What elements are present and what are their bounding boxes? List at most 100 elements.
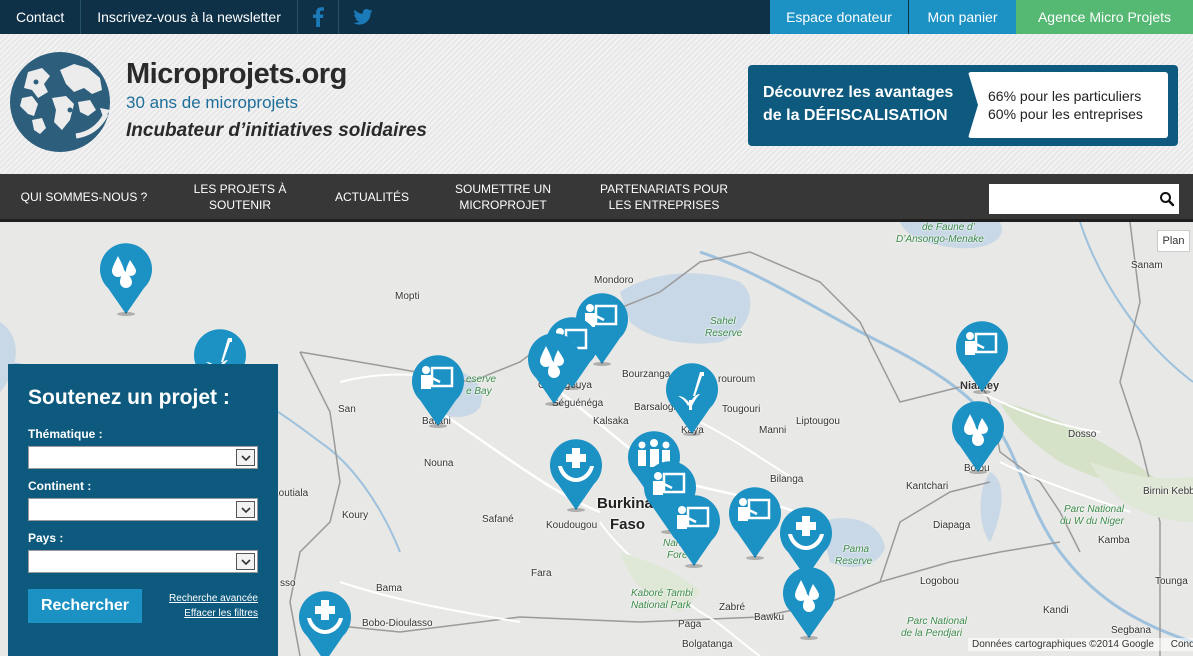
tax-rates-box: 66% pour les particuliers 60% pour les e…	[968, 72, 1168, 138]
terms-link[interactable]: Condi	[1171, 639, 1193, 650]
map-label: e Bay	[466, 386, 492, 397]
search-box	[989, 184, 1179, 214]
map-label: Kantchari	[906, 481, 949, 492]
map-label: Tounga	[1155, 576, 1188, 587]
map-label: Tougouri	[722, 404, 761, 415]
map-label: sso	[280, 578, 296, 589]
thematique-label: Thématique :	[28, 427, 103, 441]
main-nav: QUI SOMMES-NOUS ? LES PROJETS À SOUTENIR…	[0, 174, 1193, 222]
site-title[interactable]: Microprojets.org	[126, 58, 347, 91]
map-type-button[interactable]: Plan	[1157, 230, 1190, 252]
water-project-marker-icon[interactable]	[950, 398, 1006, 474]
map-label: Pama	[843, 544, 870, 555]
chevron-down-icon[interactable]	[236, 553, 255, 570]
tax-line-1: Découvrez les avantages	[763, 84, 954, 101]
nav-item-news[interactable]: ACTUALITÉS	[322, 174, 422, 219]
clear-filters-link[interactable]: Effacer les filtres	[184, 608, 258, 619]
map-label: Bolgatanga	[682, 639, 733, 650]
water-project-marker-icon[interactable]	[526, 330, 582, 406]
advanced-search-link[interactable]: Recherche avancée	[169, 593, 258, 604]
map-label: Paga	[678, 619, 702, 630]
map-label: Kalsaka	[593, 416, 629, 427]
water-project-marker-icon[interactable]	[98, 240, 154, 316]
map-label: Mondoro	[594, 275, 634, 286]
map-label: Parc National	[907, 616, 968, 627]
map-label: Liptougou	[796, 416, 840, 427]
newsletter-link[interactable]: Inscrivez-vous à la newsletter	[81, 0, 297, 34]
site-header: Microprojets.org 30 ans de microprojets …	[0, 34, 1193, 174]
map-label: Dosso	[1068, 429, 1097, 440]
search-icon[interactable]	[1159, 191, 1175, 207]
pays-label: Pays :	[28, 531, 64, 545]
map-label: Faso	[610, 516, 646, 533]
continent-select[interactable]	[28, 498, 258, 521]
map-label: Reserve	[705, 328, 743, 339]
map-label: Reserve	[835, 556, 873, 567]
map-label: Kandi	[1043, 605, 1069, 616]
map-label: Sahel	[710, 316, 736, 327]
facebook-icon[interactable]	[298, 0, 338, 34]
globe-logo-icon[interactable]	[8, 50, 112, 154]
map-label: National Park	[631, 600, 692, 611]
map-label: Manni	[759, 425, 787, 436]
map-label: Fara	[531, 568, 552, 579]
top-bar: Contact Inscrivez-vous à la newsletter E…	[0, 0, 1193, 34]
education-project-marker-icon[interactable]	[954, 318, 1010, 394]
map-label: Koudougou	[546, 520, 598, 531]
education-project-marker-icon[interactable]	[727, 484, 783, 560]
arrow-shape	[968, 72, 978, 138]
nav-item-projects[interactable]: LES PROJETS À SOUTENIR	[180, 174, 300, 219]
nav-item-about[interactable]: QUI SOMMES-NOUS ?	[14, 174, 154, 219]
map-label: Diapaga	[933, 520, 971, 531]
site-tagline: Incubateur d’initiatives solidaires	[126, 120, 427, 141]
panel-title: Soutenez un projet :	[28, 386, 230, 409]
tax-banner-title: Découvrez les avantages de la DÉFISCALIS…	[763, 81, 953, 127]
health-project-marker-icon[interactable]	[548, 436, 604, 512]
chevron-down-icon[interactable]	[236, 449, 255, 466]
education-project-marker-icon[interactable]	[410, 352, 466, 428]
tax-banner[interactable]: Découvrez les avantages de la DÉFISCALIS…	[748, 65, 1178, 146]
map-label: de Faune d’	[922, 222, 975, 233]
map-label: Bobo-Dioulasso	[362, 618, 433, 629]
agriculture-project-marker-icon[interactable]	[664, 360, 720, 436]
map-label: Segbana	[1111, 625, 1152, 636]
nav-item-partnerships[interactable]: PARTENARIATS POUR LES ENTREPRISES	[592, 174, 736, 219]
map-label: Koury	[342, 510, 369, 521]
education-project-marker-icon[interactable]	[666, 492, 722, 568]
search-button[interactable]: Rechercher	[28, 589, 142, 623]
map-label: rouroum	[718, 374, 756, 385]
map-label: San	[338, 404, 356, 415]
thematique-select[interactable]	[28, 446, 258, 469]
site-subtitle: 30 ans de microprojets	[126, 93, 298, 112]
contact-link[interactable]: Contact	[0, 0, 80, 34]
pays-select[interactable]	[28, 550, 258, 573]
tax-rate-individuals: 66% pour les particuliers	[988, 88, 1142, 104]
map-label: Nouna	[424, 458, 454, 469]
agency-button[interactable]: Agence Micro Projets	[1016, 0, 1193, 34]
cart-button[interactable]: Mon panier	[908, 0, 1016, 34]
map-label: Kamba	[1098, 535, 1130, 546]
map-label: Bama	[376, 583, 403, 594]
nav-item-submit[interactable]: SOUMETTRE UN MICROPROJET	[448, 174, 558, 219]
continent-label: Continent :	[28, 479, 92, 493]
twitter-icon[interactable]	[339, 0, 387, 34]
map-attribution: Données cartographiques ©2014 Google Con…	[968, 638, 1193, 651]
map-label: Bawku	[754, 612, 785, 623]
map-label: D’Ansongo-Menake	[896, 234, 984, 245]
project-search-panel: Soutenez un projet : Thématique : Contin…	[8, 364, 278, 656]
water-project-marker-icon[interactable]	[781, 564, 837, 640]
map-label: Logobou	[920, 576, 959, 587]
map-label: Sanam	[1131, 260, 1163, 271]
chevron-down-icon[interactable]	[236, 501, 255, 518]
health-project-marker-icon[interactable]	[297, 588, 353, 656]
map-label: Birnin Kebbi	[1143, 486, 1193, 497]
map-label: de la Pendjari	[901, 628, 963, 639]
donor-space-button[interactable]: Espace donateur	[770, 0, 908, 34]
map-label: Safané	[482, 514, 514, 525]
map-label: du W du Niger	[1060, 516, 1124, 527]
map-label: Mopti	[395, 291, 420, 302]
map-label: Parc National	[1064, 504, 1125, 515]
search-input[interactable]	[989, 184, 1154, 214]
map-label: eserve	[466, 374, 497, 385]
map-label: Kaboré Tambi	[631, 588, 693, 599]
